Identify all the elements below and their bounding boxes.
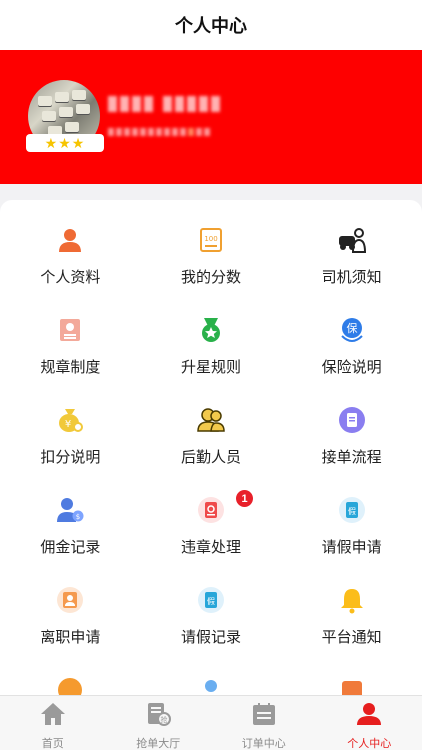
menu-item-partial[interactable]	[0, 650, 141, 695]
menu-item-label: 保险说明	[321, 359, 382, 376]
menu-item-partial[interactable]	[141, 650, 282, 695]
menu-item-label: 平台通知	[321, 629, 382, 646]
tab-orders[interactable]: 订单中心	[211, 696, 317, 750]
score-icon: 100	[197, 226, 225, 254]
partial-icon	[197, 676, 225, 695]
menu-item-partial[interactable]	[281, 650, 422, 695]
menu-item-driver-notice[interactable]: 司机须知	[281, 200, 422, 290]
grab-order-icon: 抢	[145, 702, 172, 731]
user-phone-blurred	[108, 128, 210, 136]
svg-text:¥: ¥	[65, 419, 71, 430]
menu-item-notice[interactable]: 平台通知	[281, 560, 422, 650]
menu-item-label: 后勤人员	[180, 449, 241, 466]
commission-icon: $	[56, 496, 84, 524]
menu-grid: 个人资料 100 我的分数 司机须知 规章制度 升星规则 保 保险说明 ¥ 扣分…	[0, 200, 422, 695]
leave-request-icon: 假	[338, 496, 366, 524]
tab-label: 首页	[41, 738, 64, 750]
rules-doc-icon	[56, 316, 84, 344]
driver-icon	[338, 226, 366, 254]
partial-icon	[56, 676, 84, 695]
svg-text:保: 保	[346, 321, 357, 335]
resignation-icon	[56, 586, 84, 614]
menu-item-label: 个人资料	[40, 269, 101, 286]
menu-item-label: 请假记录	[180, 629, 241, 646]
menu-item-commission[interactable]: $ 佣金记录	[0, 470, 141, 560]
star-rating: ★★★	[26, 134, 104, 152]
violation-badge: 1	[236, 490, 253, 507]
home-icon	[40, 702, 66, 731]
svg-text:假: 假	[348, 507, 356, 516]
menu-item-leave-record[interactable]: 假 请假记录	[141, 560, 282, 650]
tab-grab-orders[interactable]: 抢 抢单大厅	[106, 696, 212, 750]
menu-item-staff[interactable]: 后勤人员	[141, 380, 282, 470]
money-bag-icon: ¥	[56, 406, 84, 434]
menu-item-label: 违章处理	[180, 539, 241, 556]
staff-icon	[197, 406, 225, 434]
menu-item-order-process[interactable]: 接单流程	[281, 380, 422, 470]
menu-panel: 个人资料 100 我的分数 司机须知 规章制度 升星规则 保 保险说明 ¥ 扣分…	[0, 200, 422, 695]
svg-text:$: $	[76, 513, 80, 521]
profile-banner: ★★★	[0, 50, 422, 184]
svg-text:假: 假	[207, 597, 215, 606]
page-title: 个人中心	[175, 16, 247, 36]
menu-item-resignation[interactable]: 离职申请	[0, 560, 141, 650]
leave-record-icon: 假	[197, 586, 225, 614]
menu-item-leave-request[interactable]: 假 请假申请	[281, 470, 422, 560]
person-icon	[356, 702, 382, 731]
menu-item-label: 升星规则	[180, 359, 241, 376]
medal-icon	[197, 316, 225, 344]
menu-item-label: 我的分数	[180, 269, 241, 286]
insurance-icon: 保	[338, 316, 366, 344]
violation-icon	[197, 496, 225, 524]
svg-text:抢: 抢	[161, 715, 168, 724]
menu-item-label: 请假申请	[321, 539, 382, 556]
partial-icon	[338, 676, 366, 695]
bell-icon	[338, 586, 366, 614]
tab-label: 订单中心	[241, 738, 286, 750]
menu-item-regulations[interactable]: 规章制度	[0, 290, 141, 380]
user-icon	[56, 226, 84, 254]
order-list-icon	[251, 702, 277, 731]
user-name-blurred	[108, 96, 220, 112]
nav-bar: 个人中心	[0, 0, 422, 50]
menu-item-label: 规章制度	[40, 359, 101, 376]
tab-label: 抢单大厅	[136, 738, 181, 750]
menu-item-label: 接单流程	[321, 449, 382, 466]
menu-item-label: 佣金记录	[40, 539, 101, 556]
menu-item-profile[interactable]: 个人资料	[0, 200, 141, 290]
tab-bar: 首页 抢 抢单大厅 订单中心 个人中心	[0, 695, 422, 750]
menu-item-score[interactable]: 100 我的分数	[141, 200, 282, 290]
menu-item-violation[interactable]: 违章处理	[141, 470, 282, 560]
menu-item-deduction[interactable]: ¥ 扣分说明	[0, 380, 141, 470]
tab-profile[interactable]: 个人中心	[317, 696, 422, 750]
menu-item-label: 扣分说明	[40, 449, 101, 466]
menu-item-label: 离职申请	[40, 629, 101, 646]
tab-label: 个人中心	[347, 738, 392, 750]
menu-item-star-rules[interactable]: 升星规则	[141, 290, 282, 380]
tab-home[interactable]: 首页	[0, 696, 106, 750]
process-icon	[338, 406, 366, 434]
svg-text:100: 100	[204, 235, 217, 243]
menu-item-insurance[interactable]: 保 保险说明	[281, 290, 422, 380]
menu-item-label: 司机须知	[321, 269, 382, 286]
